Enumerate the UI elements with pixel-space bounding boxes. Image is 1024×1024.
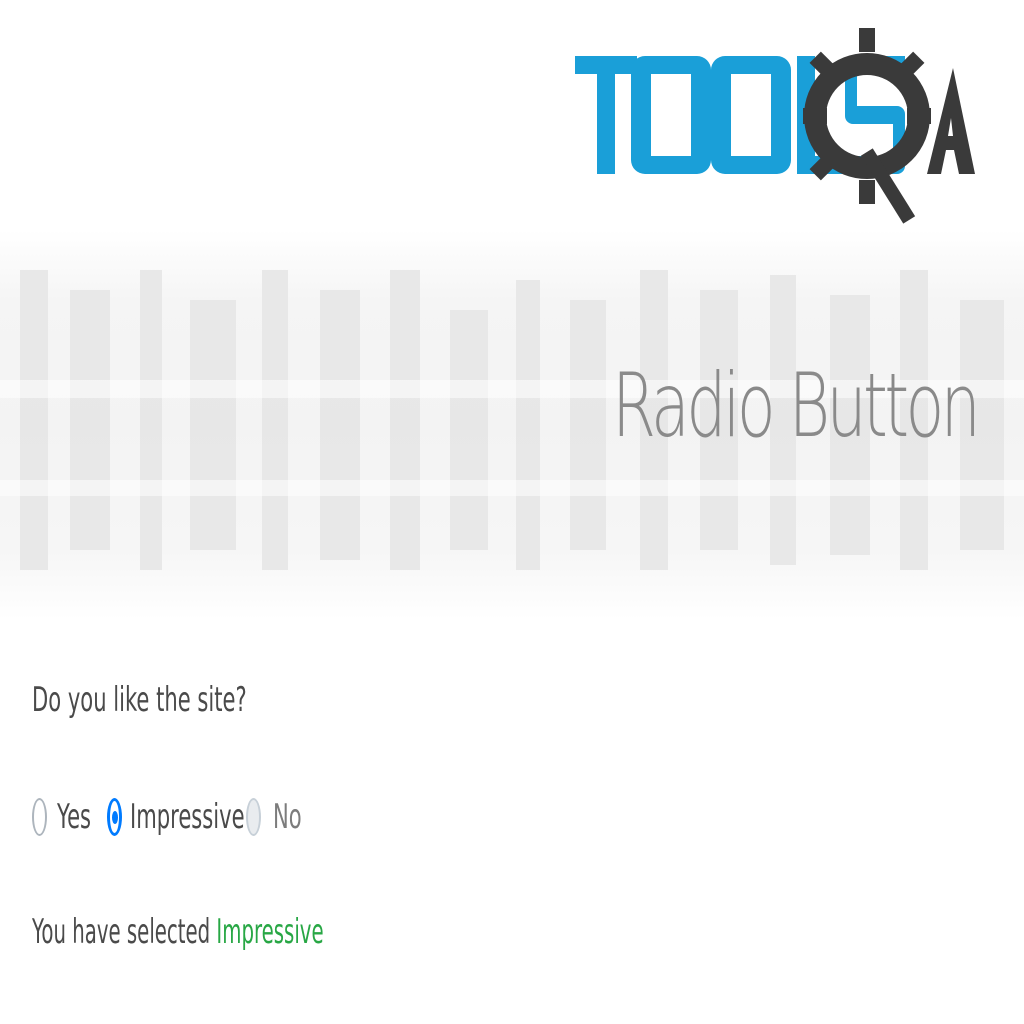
radio-option-impressive[interactable]: Impressive <box>107 797 246 837</box>
page: Radio Button Do you like the site? Yes I… <box>0 0 1024 1024</box>
result-prefix: You have selected <box>32 912 211 952</box>
selection-result: You have selected Impressive <box>32 912 324 952</box>
radio-no-label: No <box>273 797 302 837</box>
radio-option-no: No <box>246 797 319 837</box>
toolsqa-logo[interactable] <box>575 28 985 238</box>
radio-group: Yes Impressive No <box>32 792 319 842</box>
page-title: Radio Button <box>612 354 981 457</box>
radio-impressive-label[interactable]: Impressive <box>130 797 245 837</box>
radio-impressive-circle[interactable] <box>107 798 122 836</box>
gear-icon <box>803 28 931 224</box>
radio-yes-label[interactable]: Yes <box>57 797 91 837</box>
result-value: Impressive <box>216 912 324 952</box>
radio-option-yes[interactable]: Yes <box>32 797 107 837</box>
question-text: Do you like the site? <box>32 680 247 720</box>
radio-no-circle <box>246 798 261 836</box>
radio-yes-circle[interactable] <box>32 798 47 836</box>
